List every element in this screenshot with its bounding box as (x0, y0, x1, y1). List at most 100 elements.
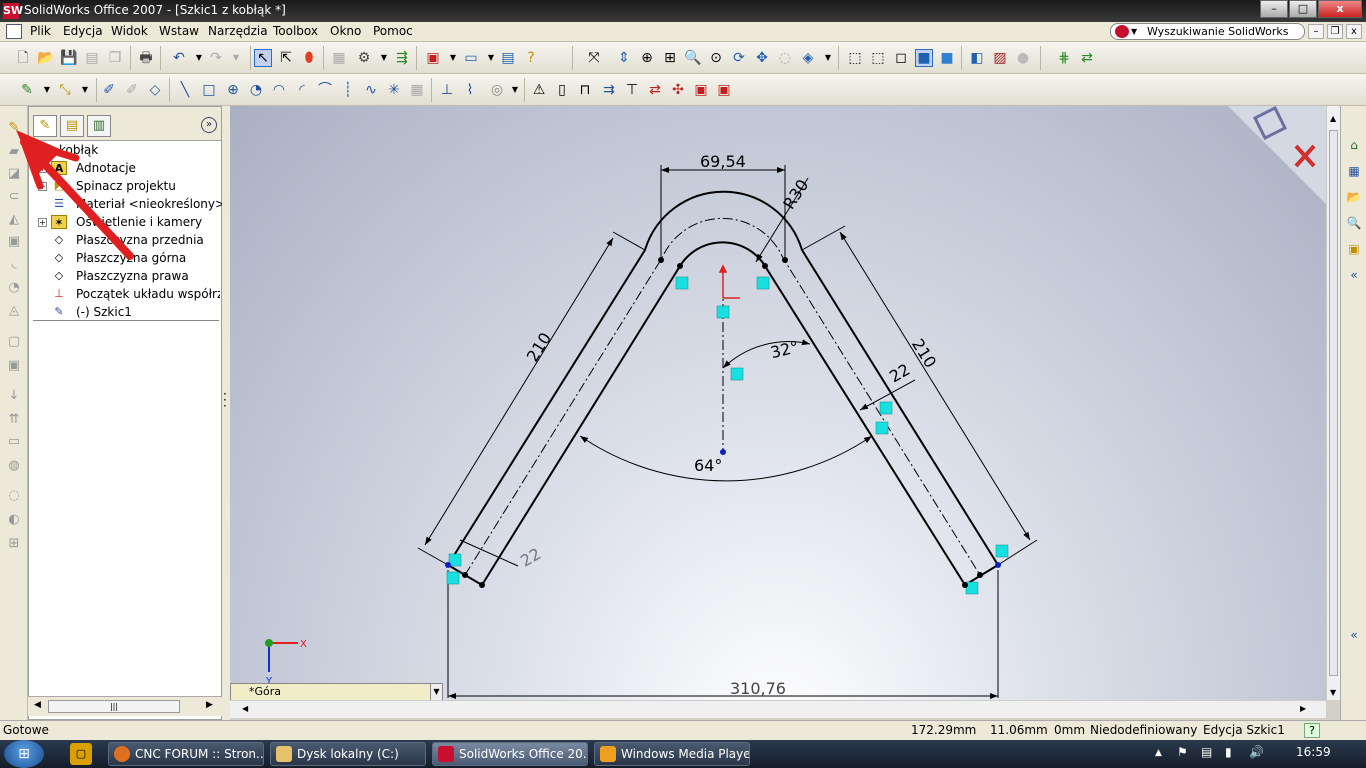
device-icon[interactable]: ▤ (1201, 745, 1212, 759)
realview-icon[interactable]: ▨ (991, 49, 1009, 67)
undo-dropdown-icon[interactable]: ▼ (190, 49, 208, 67)
dim-total-angle[interactable]: 64° (694, 456, 722, 475)
dim-left-length[interactable]: 210 (523, 329, 555, 365)
perspective-icon[interactable]: ● (1014, 49, 1032, 67)
tree-item-lights-cameras[interactable]: + ✶ Oświetlenie i kamery (33, 213, 219, 231)
line-icon[interactable]: ╲ (176, 81, 194, 99)
zoom-selection-icon[interactable]: ⊙ (707, 49, 725, 67)
menu-wstaw[interactable]: Wstaw (159, 24, 199, 38)
point-icon[interactable]: ✳ (385, 81, 403, 99)
expand-toggle[interactable]: + (38, 182, 47, 191)
view-palette-icon[interactable]: ▣ (1345, 240, 1363, 258)
view-dropdown-icon[interactable]: ▼ (430, 684, 442, 700)
expand-toggle[interactable]: + (38, 164, 47, 173)
minimize-button[interactable]: – (1260, 0, 1288, 18)
select-filter-icon[interactable]: ⇱ (277, 49, 295, 67)
shaded-icon[interactable]: ■ (938, 49, 956, 67)
hidden-lines-visible-icon[interactable]: ⬚ (869, 49, 887, 67)
smart-dimension-icon[interactable]: ⇄ (1078, 49, 1096, 67)
3d-box-icon[interactable]: ▣ (424, 49, 442, 67)
pattern-icon[interactable]: ⇈ (6, 412, 22, 428)
tree-item-sketch1[interactable]: ✎ (-) Szkic1 (33, 303, 219, 321)
tree-item-front-plane[interactable]: ◇ Płaszczyzna przednia (33, 231, 219, 249)
orientation-icon[interactable]: ⤧ (585, 49, 603, 67)
search-task-icon[interactable]: 🔍 (1345, 214, 1363, 232)
menu-edycja[interactable]: Edycja (63, 24, 103, 38)
standard-views-icon[interactable]: ◈ (799, 49, 817, 67)
extrude-icon[interactable]: ▰ (6, 144, 22, 160)
dim-thickness-left[interactable]: 22 (517, 544, 544, 571)
edit-sketch-icon[interactable]: ✐ (100, 81, 118, 99)
menu-okno[interactable]: Okno (330, 24, 361, 38)
taskbar-clock[interactable]: 16:59 (1296, 745, 1331, 759)
open-folder-icon[interactable]: 📂 (37, 49, 55, 67)
tree-item-right-plane[interactable]: ◇ Płaszczyzna prawa (33, 267, 219, 285)
dim-right-length[interactable]: 210 (908, 335, 940, 371)
quick-launch-icon[interactable]: ▢ (70, 743, 92, 765)
close-button[interactable]: x (1318, 0, 1362, 18)
taskbar-app-media-player[interactable]: Windows Media Player (594, 742, 750, 766)
fillet-icon[interactable]: ⌇ (461, 81, 479, 99)
arc-icon[interactable]: ⌒ (316, 81, 334, 99)
hole-icon[interactable]: ↓ (6, 388, 22, 404)
mirror-feature-icon[interactable]: ▭ (6, 434, 22, 450)
revolve-icon[interactable]: ◪ (6, 166, 22, 182)
copy-icon[interactable]: ❐ (106, 49, 124, 67)
taskbar-app-browser[interactable]: CNC FORUM :: Stron... (108, 742, 264, 766)
chamfer-icon[interactable]: ◔ (6, 280, 22, 296)
box-dropdown-icon[interactable]: ▼ (444, 49, 462, 67)
solidworks-search-box[interactable]: ▼ Wyszukiwanie SolidWorks (1110, 23, 1305, 40)
traffic-light-icon[interactable]: ⬮ (300, 49, 318, 67)
action-center-flag-icon[interactable]: ⚑ (1177, 745, 1188, 759)
dimension-dropdown-icon[interactable]: ▼ (76, 81, 94, 99)
rapid-sketch-icon[interactable]: ◇ (146, 81, 164, 99)
mirror-icon[interactable]: ⚠ (530, 81, 548, 99)
rib-icon[interactable]: ◬ (6, 303, 22, 319)
curves-icon[interactable]: ◐ (6, 512, 22, 528)
doc-close-button[interactable]: x (1346, 24, 1362, 39)
circular-pattern-icon[interactable]: ▣ (715, 81, 733, 99)
scroll-left-icon[interactable]: ◀ (34, 700, 41, 710)
sweep-icon[interactable]: ⊂ (6, 189, 22, 205)
expand-pane-icon[interactable]: « (1345, 626, 1363, 644)
dim-thickness-right[interactable]: 22 (886, 360, 913, 387)
sketch-dropdown-icon[interactable]: ▼ (38, 81, 56, 99)
redo-icon[interactable]: ↷ (207, 49, 225, 67)
convert-entities-icon[interactable]: ▯ (553, 81, 571, 99)
dim-top-width[interactable]: 69,54 (700, 152, 746, 171)
tree-item-material[interactable]: ☰ Materiał <nieokreślony> (33, 195, 225, 213)
view-orientation-field[interactable]: *Góra ▼ (230, 683, 443, 701)
circle-icon[interactable]: ⊕ (224, 81, 242, 99)
print-icon[interactable]: 🖶 (137, 49, 155, 67)
wireframe-icon[interactable]: ⬚ (846, 49, 864, 67)
hidden-lines-removed-icon[interactable]: ◻ (892, 49, 910, 67)
centerline-icon[interactable]: ┊ (339, 81, 357, 99)
dim-bottom-width[interactable]: 310,76 (730, 679, 786, 698)
scroll-right-icon[interactable]: ▶ (206, 700, 213, 710)
dim-half-angle[interactable]: 32° (769, 337, 801, 362)
sketch-feature-icon[interactable]: ✎ (6, 120, 22, 136)
dim-radius[interactable]: R30 (779, 176, 812, 213)
feature-manager-tab-icon[interactable]: ✎ (33, 115, 57, 137)
sketch-tools-icon[interactable]: ⋕ (1055, 49, 1073, 67)
menu-widok[interactable]: Widok (111, 24, 148, 38)
trim-icon[interactable]: ⊓ (576, 81, 594, 99)
print-preview-icon[interactable]: ▤ (83, 49, 101, 67)
previous-view-icon[interactable]: ⇕ (615, 49, 633, 67)
panel-splitter[interactable]: · · · (222, 106, 230, 720)
reference-geometry-icon[interactable]: ◌ (6, 488, 22, 504)
collapse-pane-icon[interactable]: « (1345, 266, 1363, 284)
help-icon[interactable]: ? (522, 49, 540, 67)
menu-plik[interactable]: Plik (30, 24, 51, 38)
solidworks-app-icon[interactable]: SW (3, 3, 23, 19)
text-icon[interactable]: ▦ (408, 81, 426, 99)
doc-restore-button[interactable]: ❐ (1327, 24, 1343, 39)
rectangle-icon[interactable]: □ (200, 81, 218, 99)
document-icon[interactable] (6, 24, 22, 39)
options-dropdown-icon[interactable]: ▼ (375, 49, 393, 67)
tray-expand-icon[interactable]: ▲ (1155, 748, 1162, 758)
grid-icon[interactable]: ▦ (330, 49, 348, 67)
tree-item-origin[interactable]: ⊥ Początek układu współrzędnych (33, 285, 220, 303)
network-signal-icon[interactable]: ▮ (1225, 745, 1232, 759)
menu-toolbox[interactable]: Toolbox (273, 24, 318, 38)
